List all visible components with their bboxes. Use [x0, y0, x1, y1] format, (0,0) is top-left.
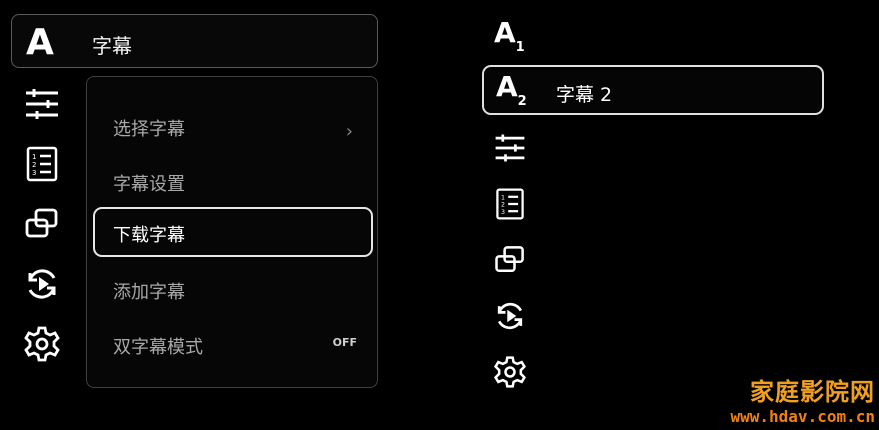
menu-item-download-subtitle[interactable]: 下载字幕 — [93, 207, 373, 257]
menu-item-dual-subtitle-mode[interactable]: 双字幕模式 — [113, 333, 203, 359]
watermark-logo: 家庭影院网 — [750, 378, 875, 406]
subtitle-header[interactable]: A 字幕 — [11, 14, 378, 68]
subtitle-track-1-icon[interactable]: A1 — [494, 16, 525, 55]
subtitle-track-2-icon: A2 — [496, 70, 527, 109]
subtitle-submenu: 选择字幕 › 字幕设置 下载字幕 添加字幕 双字幕模式 OFF — [86, 76, 378, 388]
menu-item-label: 添加字幕 — [113, 282, 185, 303]
dual-subtitle-toggle-value[interactable]: OFF — [333, 336, 357, 349]
subtitle-track-2-selected[interactable]: A2 字幕 2 — [482, 65, 824, 115]
adjust-sliders-icon[interactable] — [22, 84, 62, 124]
adjust-sliders-icon[interactable] — [492, 130, 528, 166]
menu-item-label: 双字幕模式 — [113, 337, 203, 358]
watermark: 家庭影院网 www.hdav.com.cn — [731, 372, 876, 426]
subtitle-header-label: 字幕 — [92, 34, 132, 58]
svg-text:1: 1 — [501, 195, 505, 202]
subtitle-track-2-label: 字幕 2 — [556, 84, 613, 106]
menu-item-subtitle-settings[interactable]: 字幕设置 — [113, 170, 185, 196]
chevron-right-icon: › — [345, 121, 353, 142]
subtitle-track-1-number: 1 — [515, 39, 525, 55]
picture-in-picture-icon[interactable] — [22, 204, 62, 244]
svg-text:2: 2 — [501, 202, 505, 209]
watermark-url: www.hdav.com.cn — [730, 407, 876, 426]
gear-icon[interactable] — [492, 354, 528, 390]
svg-text:3: 3 — [32, 169, 36, 177]
menu-item-add-subtitle[interactable]: 添加字幕 — [113, 278, 185, 304]
list-icon[interactable]: 1 2 3 — [492, 186, 528, 222]
menu-item-label: 字幕设置 — [113, 174, 185, 195]
replay-play-icon[interactable] — [492, 298, 528, 334]
replay-play-icon[interactable] — [22, 264, 62, 304]
svg-text:2: 2 — [32, 161, 36, 169]
svg-text:1: 1 — [32, 153, 36, 161]
subtitle-a-icon: A — [26, 22, 54, 63]
menu-item-label: 下载字幕 — [113, 225, 185, 246]
gear-icon[interactable] — [22, 324, 62, 364]
picture-in-picture-icon[interactable] — [492, 242, 528, 278]
menu-item-label: 选择字幕 — [113, 119, 185, 140]
menu-item-select-subtitle[interactable]: 选择字幕 — [113, 115, 185, 141]
subtitle-track-2-number: 2 — [517, 93, 527, 109]
svg-text:3: 3 — [501, 209, 505, 216]
list-icon[interactable]: 1 2 3 — [22, 144, 62, 184]
